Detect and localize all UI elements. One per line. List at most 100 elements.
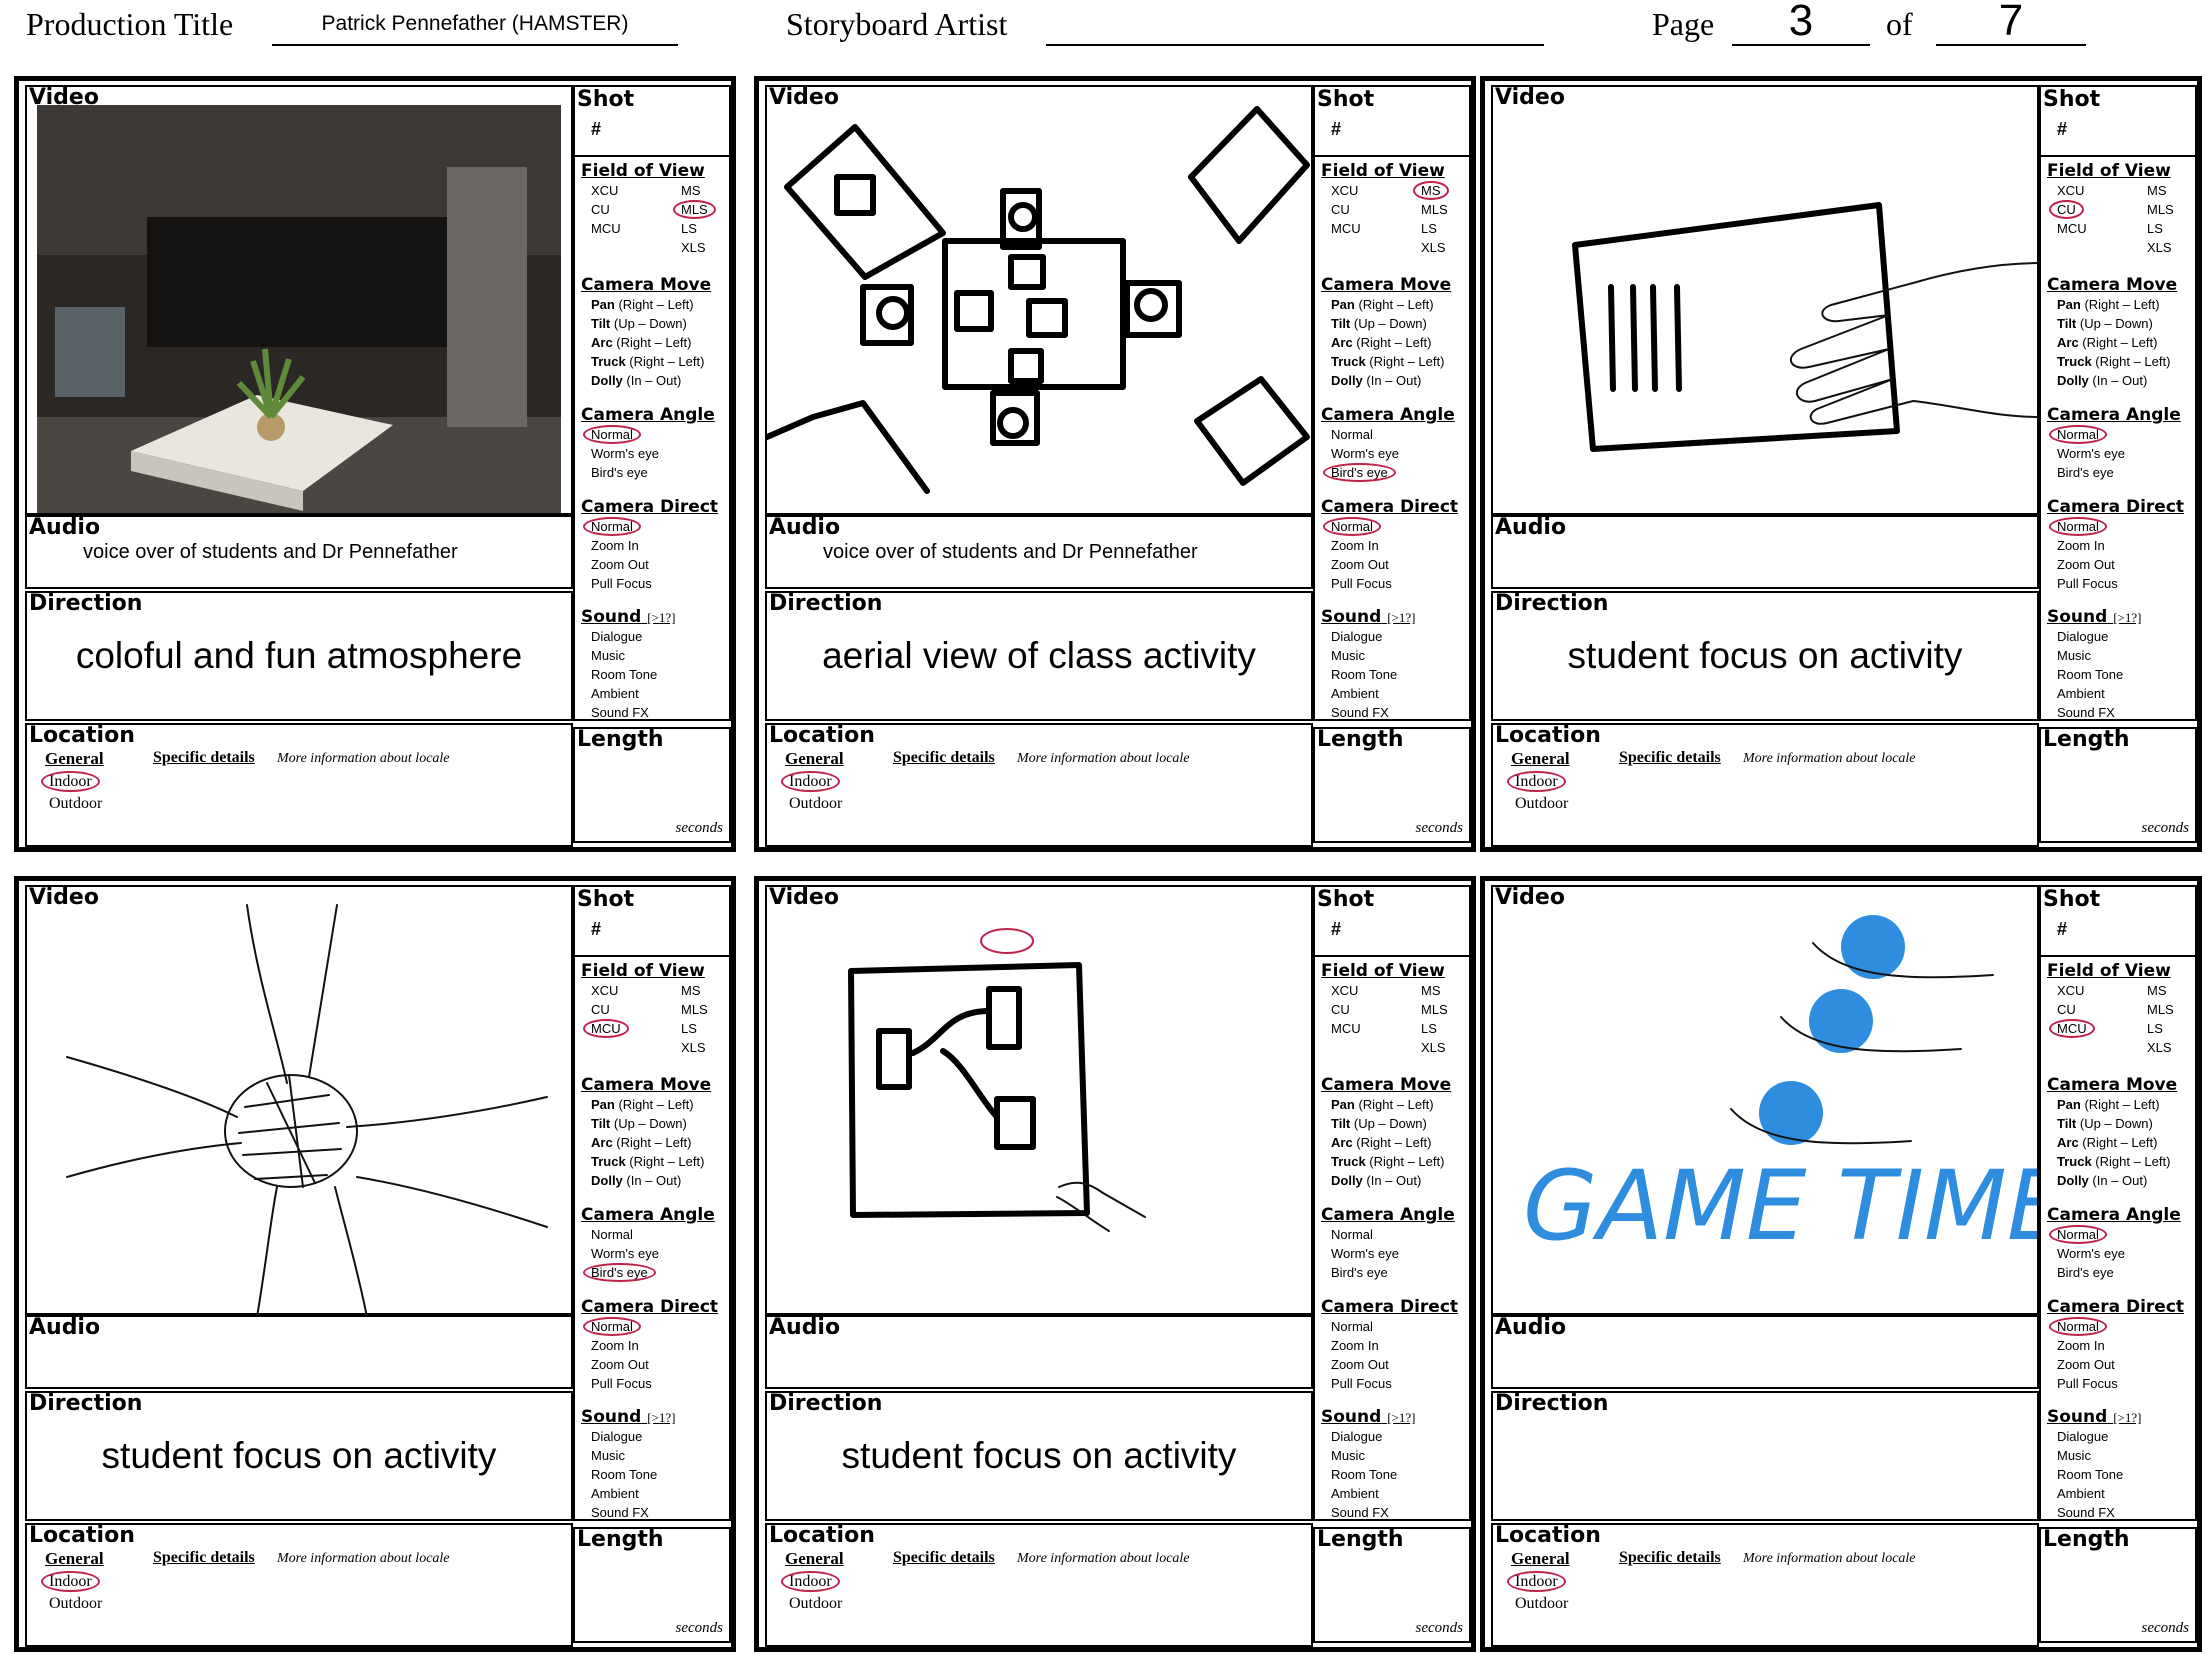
option-item[interactable]: Bird's eye xyxy=(1331,1263,1455,1282)
option-item[interactable]: MCU xyxy=(1331,1019,1421,1038)
option-item[interactable]: Pull Focus xyxy=(1331,574,1458,593)
option-item[interactable]: Normal xyxy=(1331,1317,1458,1336)
option-item[interactable]: Pull Focus xyxy=(1331,1374,1458,1393)
option-item[interactable]: Indoor xyxy=(49,771,102,793)
option-item[interactable]: CU xyxy=(2057,1000,2147,1019)
option-item[interactable]: Normal xyxy=(591,1225,715,1244)
option-item[interactable] xyxy=(2057,1038,2147,1057)
length-box[interactable]: Length seconds xyxy=(573,727,731,843)
page-number-value[interactable]: 3 xyxy=(1732,0,1870,46)
option-item[interactable]: Tilt (Up – Down) xyxy=(2057,1114,2177,1133)
option-item[interactable]: Outdoor xyxy=(789,1593,842,1615)
option-item[interactable]: Truck (Right – Left) xyxy=(591,352,711,371)
option-item[interactable]: MLS xyxy=(1421,1000,1471,1019)
option-item[interactable]: Ambient xyxy=(591,684,675,703)
option-item[interactable]: Indoor xyxy=(789,1571,842,1593)
option-item[interactable]: Worm's eye xyxy=(591,1244,715,1263)
option-item[interactable]: XLS xyxy=(681,238,731,257)
option-item[interactable]: Sound FX xyxy=(2057,1503,2141,1522)
option-item[interactable]: MCU xyxy=(591,219,681,238)
option-item[interactable]: Dialogue xyxy=(591,1427,675,1446)
option-item[interactable]: Bird's eye xyxy=(591,463,715,482)
shot-number-field[interactable]: # xyxy=(591,919,601,940)
option-item[interactable]: Normal xyxy=(591,1317,718,1336)
page-total-value[interactable]: 7 xyxy=(1936,0,2086,46)
length-box[interactable]: Length seconds xyxy=(2039,727,2197,843)
option-item[interactable]: Outdoor xyxy=(1515,1593,1568,1615)
audio-box[interactable]: Audio xyxy=(1491,1315,2039,1389)
option-item[interactable]: XLS xyxy=(2147,1038,2197,1057)
option-item[interactable]: Dialogue xyxy=(2057,627,2141,646)
option-item[interactable]: Dialogue xyxy=(591,627,675,646)
option-item[interactable] xyxy=(1331,1038,1421,1057)
option-item[interactable]: CU xyxy=(1331,200,1421,219)
option-item[interactable]: Zoom Out xyxy=(2057,1355,2184,1374)
option-item[interactable]: Dialogue xyxy=(1331,627,1415,646)
option-item[interactable]: Indoor xyxy=(1515,1571,1568,1593)
option-item[interactable]: Sound FX xyxy=(591,703,675,722)
direction-box[interactable]: Direction coloful and fun atmosphere xyxy=(25,591,573,721)
option-item[interactable]: Bird's eye xyxy=(2057,463,2181,482)
option-item[interactable]: CU xyxy=(591,200,681,219)
option-item[interactable]: Dolly (In – Out) xyxy=(1331,371,1451,390)
option-item[interactable]: XCU xyxy=(2057,181,2147,200)
location-box[interactable]: Location General Indoor Outdoor Specific … xyxy=(1491,1523,2039,1647)
option-item[interactable]: Music xyxy=(2057,646,2141,665)
audio-box[interactable]: Audio voice over of students and Dr Penn… xyxy=(25,515,573,589)
shot-number-field[interactable]: # xyxy=(2057,119,2067,140)
option-item[interactable]: Worm's eye xyxy=(1331,444,1455,463)
option-item[interactable]: XCU xyxy=(2057,981,2147,1000)
option-item[interactable]: Ambient xyxy=(1331,1484,1415,1503)
option-item[interactable]: Room Tone xyxy=(1331,1465,1415,1484)
option-item[interactable]: Zoom In xyxy=(1331,536,1458,555)
option-item[interactable]: Tilt (Up – Down) xyxy=(2057,314,2177,333)
option-item[interactable]: Pan (Right – Left) xyxy=(1331,295,1451,314)
location-box[interactable]: Location General Indoor Outdoor Specific … xyxy=(1491,723,2039,847)
option-item[interactable]: Normal xyxy=(2057,517,2184,536)
option-item[interactable]: XLS xyxy=(1421,1038,1471,1057)
option-item[interactable]: Indoor xyxy=(789,771,842,793)
option-item[interactable]: LS xyxy=(2147,1019,2197,1038)
option-item[interactable]: Pan (Right – Left) xyxy=(591,295,711,314)
option-item[interactable]: Dialogue xyxy=(2057,1427,2141,1446)
option-item[interactable]: Dolly (In – Out) xyxy=(2057,1171,2177,1190)
option-item[interactable]: MS xyxy=(2147,981,2197,1000)
option-item[interactable]: MCU xyxy=(2057,219,2147,238)
option-item[interactable]: Normal xyxy=(591,425,715,444)
shot-number-field[interactable]: # xyxy=(2057,919,2067,940)
option-item[interactable]: Outdoor xyxy=(49,793,102,815)
direction-box[interactable]: Direction student focus on activity xyxy=(1491,591,2039,721)
option-item[interactable]: MLS xyxy=(2147,1000,2197,1019)
option-item[interactable]: MCU xyxy=(1331,219,1421,238)
option-item[interactable]: Indoor xyxy=(49,1571,102,1593)
option-item[interactable]: XCU xyxy=(591,981,681,1000)
option-item[interactable]: Indoor xyxy=(1515,771,1568,793)
option-item[interactable]: Worm's eye xyxy=(1331,1244,1455,1263)
option-item[interactable]: LS xyxy=(681,1019,731,1038)
option-item[interactable]: MS xyxy=(1421,981,1471,1000)
option-item[interactable]: Zoom In xyxy=(1331,1336,1458,1355)
option-item[interactable]: Arc (Right – Left) xyxy=(1331,1133,1451,1152)
option-item[interactable]: Arc (Right – Left) xyxy=(1331,333,1451,352)
option-item[interactable]: MS xyxy=(681,981,731,1000)
option-item[interactable]: Tilt (Up – Down) xyxy=(1331,1114,1451,1133)
option-item[interactable]: Music xyxy=(2057,1446,2141,1465)
option-item[interactable]: Sound FX xyxy=(1331,703,1415,722)
direction-box[interactable]: Direction student focus on activity xyxy=(765,1391,1313,1521)
option-item[interactable]: Dolly (In – Out) xyxy=(2057,371,2177,390)
option-item[interactable] xyxy=(1331,238,1421,257)
option-item[interactable]: Tilt (Up – Down) xyxy=(591,1114,711,1133)
option-item[interactable]: Outdoor xyxy=(1515,793,1568,815)
option-item[interactable]: MS xyxy=(1421,181,1471,200)
video-frame[interactable]: Video xyxy=(764,85,1313,515)
option-item[interactable]: Truck (Right – Left) xyxy=(2057,352,2177,371)
option-item[interactable]: Zoom Out xyxy=(1331,555,1458,574)
location-box[interactable]: Location General Indoor Outdoor Specific … xyxy=(25,1523,573,1647)
option-item[interactable]: Tilt (Up – Down) xyxy=(591,314,711,333)
option-item[interactable]: MCU xyxy=(2057,1019,2147,1038)
option-item[interactable]: CU xyxy=(2057,200,2147,219)
direction-box[interactable]: Direction xyxy=(1491,1391,2039,1521)
option-item[interactable] xyxy=(591,1038,681,1057)
option-item[interactable]: XCU xyxy=(1331,181,1421,200)
production-title-value[interactable]: Patrick Pennefather (HAMSTER) xyxy=(272,12,678,36)
